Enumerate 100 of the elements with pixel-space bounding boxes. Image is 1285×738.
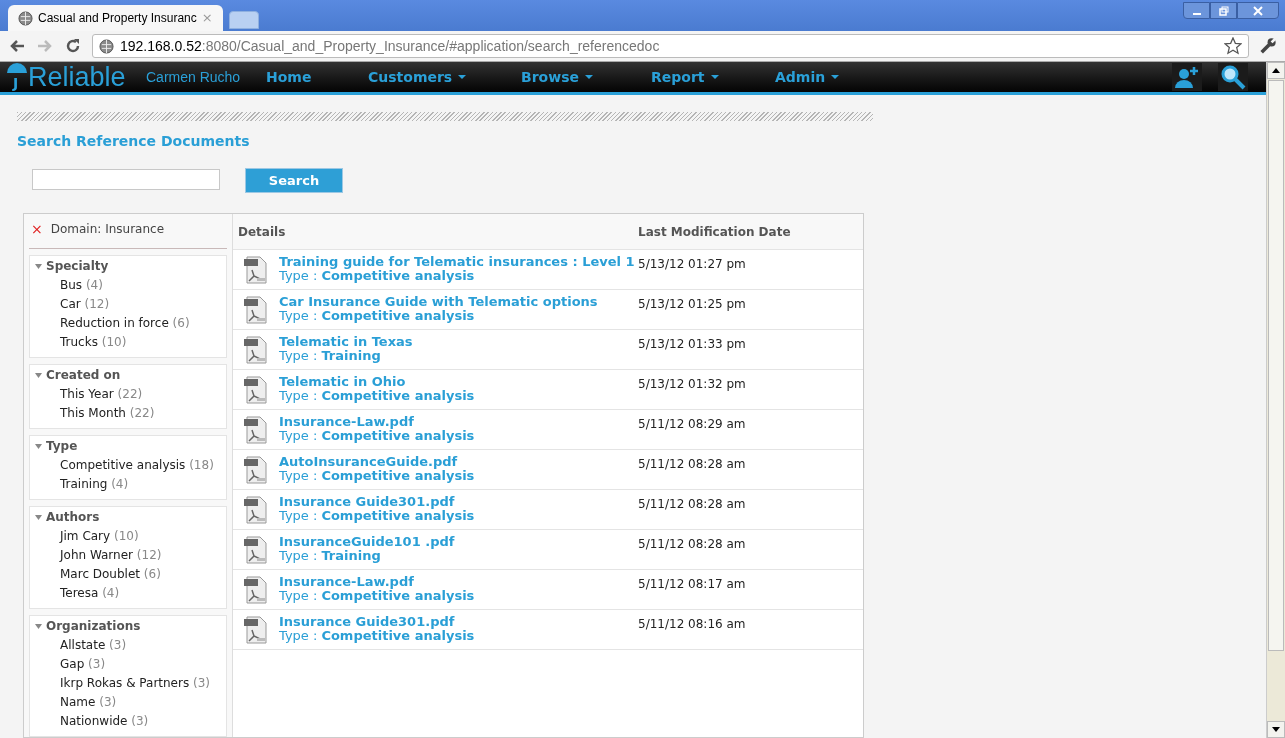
date-cell-text: 5/13/12 01:27 pm: [638, 256, 746, 273]
pdf-file-icon: [243, 456, 269, 484]
close-icon: [1253, 5, 1263, 16]
document-link[interactable]: Insurance Guide301.pdf: [279, 615, 475, 629]
add-user-button[interactable]: [1172, 63, 1202, 92]
remove-filter-button[interactable]: ×: [31, 222, 43, 236]
pdf-file-icon: [243, 416, 269, 444]
document-link[interactable]: Telematic in Texas: [279, 335, 413, 349]
nav-menu-item[interactable]: Home: [266, 66, 368, 88]
date-cell-text: 5/11/12 08:17 am: [638, 576, 746, 593]
facet-title[interactable]: Type: [46, 437, 78, 455]
logo: J Reliable: [6, 62, 136, 93]
expanded-caret-icon[interactable]: [35, 514, 42, 520]
globe-icon: [99, 38, 114, 54]
facet-item[interactable]: Training (4): [60, 474, 129, 493]
wrench-icon[interactable]: [1259, 37, 1277, 55]
date-cell-text: 5/13/12 01:25 pm: [638, 296, 746, 313]
browser-tab[interactable]: Casual and Property Insuranc ×: [8, 5, 223, 31]
pdf-file-icon: [243, 376, 269, 404]
pdf-file-icon: [243, 496, 269, 524]
reload-button[interactable]: [64, 37, 82, 55]
facet-item[interactable]: Car (12): [60, 294, 110, 313]
type-link[interactable]: Competitive analysis: [321, 429, 475, 443]
globe-icon: [18, 10, 33, 26]
date-cell-text: 5/13/12 01:32 pm: [638, 376, 746, 393]
page-title: Search Reference Documents: [17, 132, 251, 151]
facet-item[interactable]: Bus (4): [60, 275, 103, 294]
type-link[interactable]: Training: [321, 349, 381, 363]
facet-item[interactable]: Reduction in force (6): [60, 313, 190, 332]
facet-item[interactable]: This Month (22): [60, 403, 155, 422]
type-link[interactable]: Competitive analysis: [321, 309, 475, 323]
minimize-button[interactable]: [1183, 2, 1210, 19]
nav-menu-item[interactable]: Admin: [775, 66, 875, 88]
pdf-file-icon: [243, 536, 269, 564]
facet-title[interactable]: Specialty: [46, 257, 109, 275]
document-link[interactable]: Insurance-Law.pdf: [279, 415, 475, 429]
type-link[interactable]: Competitive analysis: [321, 589, 475, 603]
facet-item[interactable]: Trucks (10): [60, 332, 127, 351]
filter-label: Domain: Insurance: [50, 221, 165, 238]
facet-item[interactable]: John Warner (12): [60, 545, 162, 564]
type-link[interactable]: Competitive analysis: [321, 509, 475, 523]
facet-item[interactable]: Ikrp Rokas & Partners (3): [60, 673, 210, 692]
column-header: Details: [237, 223, 287, 241]
type-label: Type :: [279, 389, 318, 403]
date-cell-text: 5/11/12 08:28 am: [638, 496, 746, 513]
facet-item[interactable]: Gap (3): [60, 654, 106, 673]
document-link[interactable]: Telematic in Ohio: [279, 375, 475, 389]
facet-item[interactable]: Name (3): [60, 692, 117, 711]
type-link[interactable]: Competitive analysis: [321, 389, 475, 403]
nav-menu-item[interactable]: Report: [651, 66, 775, 88]
tab-title: Casual and Property Insuranc: [38, 10, 197, 27]
nav-menu-item[interactable]: Customers: [368, 66, 521, 88]
facet-item[interactable]: Allstate (3): [60, 635, 127, 654]
expanded-caret-icon[interactable]: [35, 372, 42, 378]
pdf-file-icon: [243, 256, 269, 284]
type-label: Type :: [279, 429, 318, 443]
date-cell-text: 5/11/12 08:28 am: [638, 456, 746, 473]
type-label: Type :: [279, 269, 318, 283]
type-link[interactable]: Competitive analysis: [321, 469, 475, 483]
close-button[interactable]: [1237, 2, 1279, 19]
facet-title[interactable]: Created on: [46, 366, 121, 384]
document-link[interactable]: Training guide for Telematic insurances : Level 1: [279, 255, 635, 269]
url-text: 192.168.0.52:8080/Casual_and_Property_Insurance/#application/search_referencedoc: [120, 36, 661, 56]
user-name: Carmen Rucho: [146, 67, 242, 87]
facet-item[interactable]: Competitive analysis (18): [60, 455, 214, 474]
restore-button[interactable]: [1210, 2, 1237, 19]
scrollbar[interactable]: [1266, 62, 1285, 738]
type-label: Type :: [279, 549, 318, 563]
facet-item[interactable]: Jim Cary (10): [60, 526, 139, 545]
date-cell-text: 5/11/12 08:16 am: [638, 616, 746, 633]
facet-title[interactable]: Authors: [46, 508, 100, 526]
type-label: Type :: [279, 509, 318, 523]
document-link[interactable]: Insurance-Law.pdf: [279, 575, 475, 589]
document-link[interactable]: Insurance Guide301.pdf: [279, 495, 475, 509]
document-link[interactable]: Car Insurance Guide with Telematic options: [279, 295, 598, 309]
nav-menu-item[interactable]: Browse: [521, 66, 651, 88]
search-button[interactable]: [1218, 63, 1248, 92]
search-field[interactable]: [32, 169, 220, 190]
type-label: Type :: [279, 589, 318, 603]
document-link[interactable]: InsuranceGuide101 .pdf: [279, 535, 455, 549]
document-link[interactable]: AutoInsuranceGuide.pdf: [279, 455, 475, 469]
expanded-caret-icon[interactable]: [35, 623, 42, 629]
down-arrow-icon[interactable]: [1272, 727, 1280, 732]
date-cell-text: 5/13/12 01:33 pm: [638, 336, 746, 353]
facet-item[interactable]: Nationwide (3): [60, 711, 149, 730]
up-arrow-icon[interactable]: [1272, 68, 1280, 73]
star-icon[interactable]: [1224, 37, 1242, 55]
type-link[interactable]: Training: [321, 549, 381, 563]
address-bar[interactable]: 192.168.0.52:8080/Casual_and_Property_Insurance/#application/search_referencedoc: [92, 34, 1249, 58]
expanded-caret-icon[interactable]: [35, 443, 42, 449]
facet-item[interactable]: This Year (22): [60, 384, 143, 403]
facet-item[interactable]: Marc Doublet (6): [60, 564, 161, 583]
type-link[interactable]: Competitive analysis: [321, 629, 475, 643]
facet-title[interactable]: Organizations: [46, 617, 141, 635]
type-link[interactable]: Competitive analysis: [321, 269, 475, 283]
type-label: Type :: [279, 629, 318, 643]
expanded-caret-icon[interactable]: [35, 263, 42, 269]
minimize-icon: [1192, 12, 1201, 15]
facet-item[interactable]: Teresa (4): [60, 583, 120, 602]
pdf-file-icon: [243, 616, 269, 644]
